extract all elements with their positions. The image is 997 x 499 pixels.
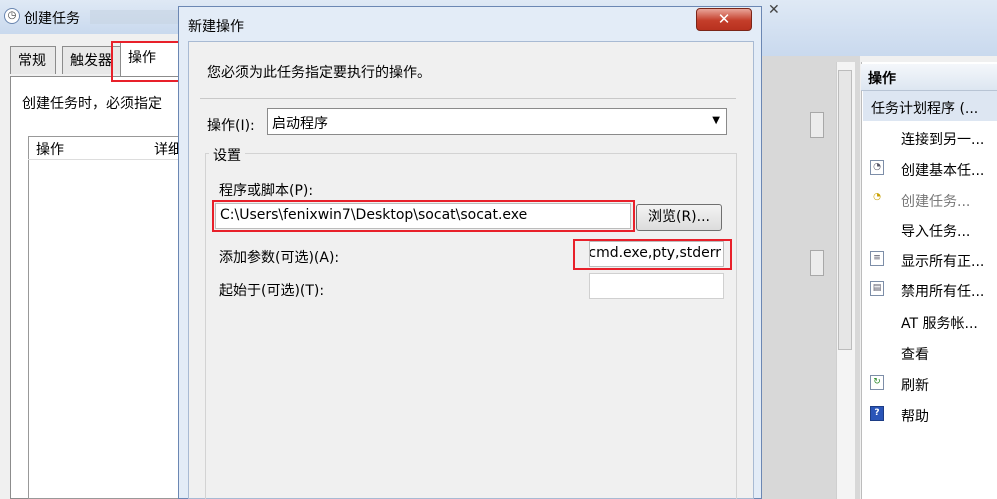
action-label: 查看 bbox=[901, 347, 929, 363]
titlebar-blur bbox=[90, 10, 180, 24]
clock-icon: ◷ bbox=[4, 8, 20, 24]
highlight-arguments bbox=[573, 239, 732, 270]
start-in-label: 起始于(可选)(T): bbox=[219, 283, 325, 299]
action-label: 帮助 bbox=[901, 409, 929, 425]
action-create-basic-task[interactable]: ◔ 创建基本任... bbox=[870, 155, 997, 185]
list-icon: ≡ bbox=[870, 251, 884, 266]
actions-list[interactable] bbox=[28, 136, 188, 499]
browse-button[interactable]: 浏览(R)... bbox=[636, 204, 722, 231]
action-disable-all[interactable]: ▤ 禁用所有任... bbox=[870, 276, 997, 306]
scrollbar-thumb[interactable] bbox=[838, 70, 852, 350]
action-type-label: 操作(I): bbox=[207, 118, 255, 134]
action-type-select[interactable]: 启动程序 ▼ bbox=[267, 108, 727, 135]
divider bbox=[200, 98, 736, 99]
right-window-control[interactable] bbox=[810, 250, 824, 276]
action-label: 创建基本任... bbox=[901, 163, 985, 179]
column-action[interactable]: 操作 bbox=[36, 139, 64, 159]
right-window-titlebar bbox=[760, 0, 997, 56]
minimize-icon[interactable]: ✕ bbox=[768, 2, 780, 18]
action-view[interactable]: 查看 bbox=[870, 339, 997, 369]
action-label: 禁用所有任... bbox=[901, 284, 985, 300]
program-label: 程序或脚本(P): bbox=[219, 183, 314, 199]
close-icon: ✕ bbox=[717, 10, 731, 28]
action-import-task[interactable]: 导入任务... bbox=[870, 216, 997, 246]
action-refresh[interactable]: ↻ 刷新 bbox=[870, 370, 997, 400]
action-label: AT 服务帐... bbox=[901, 316, 978, 332]
action-label: 创建任务... bbox=[901, 194, 971, 210]
dialog-instruction: 您必须为此任务指定要执行的操作。 bbox=[207, 65, 431, 81]
settings-group-label: 设置 bbox=[209, 145, 245, 165]
highlight-program-path bbox=[212, 200, 635, 232]
action-create-task[interactable]: ◔ 创建任务... bbox=[870, 186, 997, 216]
close-button[interactable]: ✕ bbox=[696, 8, 752, 31]
action-label: 导入任务... bbox=[901, 224, 971, 240]
actions-pane-title: 操作 bbox=[868, 71, 896, 87]
arguments-label: 添加参数(可选)(A): bbox=[219, 250, 340, 266]
action-help[interactable]: ? 帮助 bbox=[870, 401, 997, 431]
action-at-service-account[interactable]: AT 服务帐... bbox=[870, 308, 997, 338]
action-type-value: 启动程序 bbox=[272, 116, 328, 132]
action-connect[interactable]: 连接到另一... bbox=[870, 124, 997, 154]
action-show-running[interactable]: ≡ 显示所有正... bbox=[870, 246, 997, 276]
create-task-title: 创建任务 bbox=[24, 11, 80, 27]
action-label: 连接到另一... bbox=[901, 132, 985, 148]
right-window-control[interactable] bbox=[810, 112, 824, 138]
actions-list-header: 操作 详细 bbox=[28, 136, 188, 160]
tab-general[interactable]: 常规 bbox=[10, 46, 56, 74]
actions-section-label: 任务计划程序 (... bbox=[871, 101, 979, 117]
tab-description: 创建任务时，必须指定 bbox=[22, 96, 162, 112]
disable-icon: ▤ bbox=[870, 281, 884, 296]
chevron-down-icon: ▼ bbox=[712, 115, 720, 126]
start-in-input[interactable] bbox=[589, 273, 724, 299]
action-label: 刷新 bbox=[901, 378, 929, 394]
refresh-icon: ↻ bbox=[870, 375, 884, 390]
help-icon: ? bbox=[870, 406, 884, 421]
dialog-title: 新建操作 bbox=[188, 19, 244, 35]
action-label: 显示所有正... bbox=[901, 254, 985, 270]
create-task-icon: ◔ bbox=[870, 191, 884, 206]
basic-task-icon: ◔ bbox=[870, 160, 884, 175]
